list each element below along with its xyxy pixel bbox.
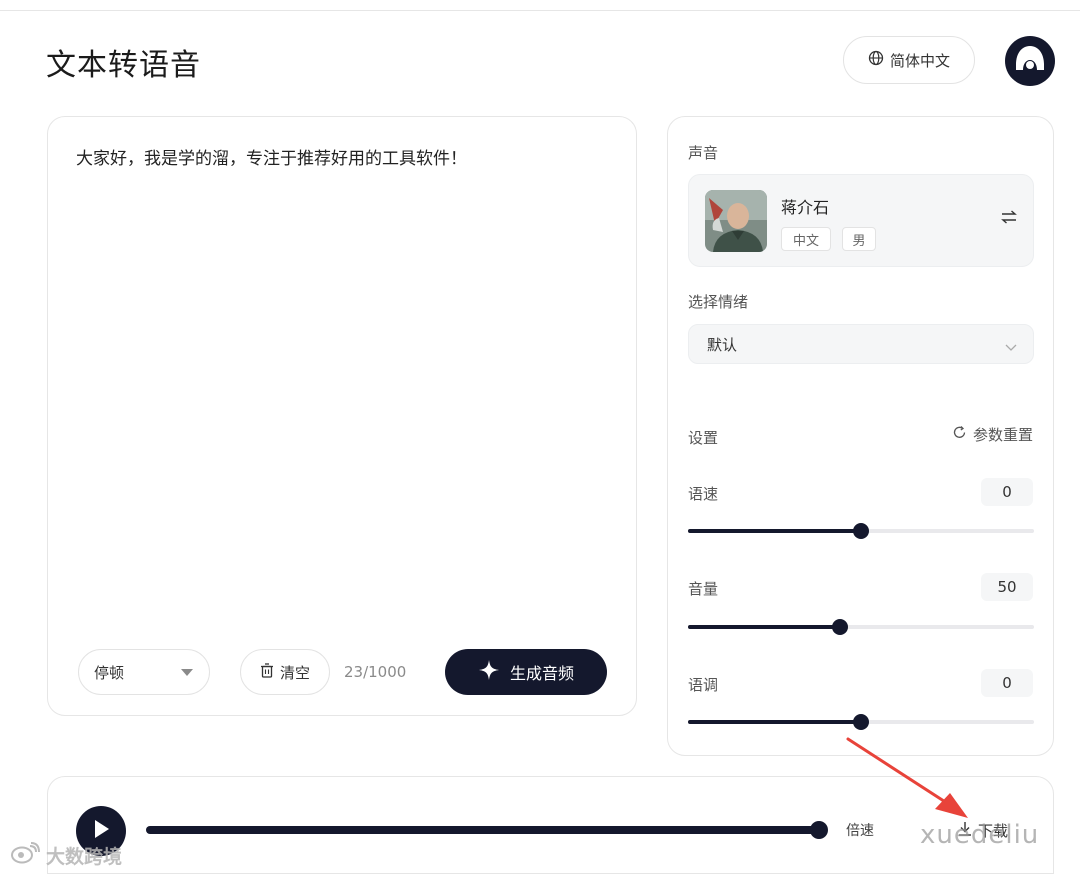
speed-value[interactable]: 0: [981, 478, 1033, 506]
refresh-icon: [952, 425, 967, 444]
emotion-value: 默认: [707, 335, 738, 354]
play-icon: [92, 819, 110, 843]
globe-icon: [868, 50, 884, 70]
voice-avatar: [705, 190, 767, 252]
voice-name: 蒋介石: [781, 198, 830, 217]
text-input-area[interactable]: 大家好，我是学的溜，专注于推荐好用的工具软件！: [76, 147, 467, 171]
slider-label-volume: 音量: [688, 580, 719, 598]
trash-icon: [260, 662, 274, 682]
emotion-select[interactable]: 默认: [688, 324, 1034, 364]
watermark-left-text: 大数跨境: [46, 846, 123, 868]
sparkle-icon: [478, 659, 500, 685]
weibo-logo-icon: [10, 842, 40, 869]
chevron-down-icon: [1005, 338, 1017, 356]
text-editor-card: 大家好，我是学的溜，专注于推荐好用的工具软件！ 停顿 清空 23/1000 生成…: [47, 116, 637, 716]
voice-tag-language: 中文: [781, 227, 831, 251]
user-avatar-button[interactable]: [1005, 36, 1055, 86]
clear-button[interactable]: 清空: [240, 649, 330, 695]
page-title: 文本转语音: [46, 48, 201, 83]
voice-section-label: 声音: [688, 144, 719, 162]
speed-slider[interactable]: [688, 523, 1034, 539]
speed-slider-thumb[interactable]: [853, 523, 869, 539]
reset-button[interactable]: 参数重置: [952, 424, 1033, 445]
swap-icon[interactable]: [1001, 209, 1017, 228]
emotion-label: 选择情绪: [688, 293, 749, 311]
user-avatar-icon: [1013, 44, 1047, 78]
pitch-value[interactable]: 0: [981, 669, 1033, 697]
watermark-right: xuedeliu: [920, 820, 1040, 850]
audio-progress-thumb[interactable]: [810, 821, 828, 839]
pause-label: 停顿: [94, 663, 125, 682]
top-divider: [0, 10, 1080, 11]
slider-label-pitch: 语调: [688, 676, 719, 694]
language-label: 简体中文: [889, 51, 950, 70]
slider-label-speed: 语速: [688, 485, 719, 503]
chevron-down-icon: [181, 669, 193, 676]
pitch-slider-fill: [688, 720, 861, 724]
volume-slider-fill: [688, 625, 841, 629]
pause-select[interactable]: 停顿: [78, 649, 210, 695]
voice-tag-gender: 男: [842, 227, 876, 251]
volume-slider[interactable]: [688, 619, 1034, 635]
generate-audio-button[interactable]: 生成音频: [445, 649, 607, 695]
reset-label: 参数重置: [972, 426, 1033, 444]
volume-value[interactable]: 50: [981, 573, 1033, 601]
language-button[interactable]: 简体中文: [843, 36, 975, 84]
volume-slider-thumb[interactable]: [832, 619, 849, 635]
char-count: 23/1000: [344, 663, 407, 681]
pitch-slider-thumb[interactable]: [853, 714, 869, 730]
watermark-left: 大数跨境: [10, 842, 122, 869]
audio-progress-bar[interactable]: [146, 826, 820, 834]
clear-label: 清空: [279, 663, 310, 682]
speed-slider-fill: [688, 529, 861, 533]
settings-label: 设置: [688, 429, 719, 447]
generate-label: 生成音频: [509, 664, 574, 683]
audio-player: 倍速 下载: [47, 776, 1054, 874]
playback-speed-button[interactable]: 倍速: [838, 815, 882, 845]
settings-panel: 声音 蒋介石 中文 男 选择情绪 默认 设置 参数重置 语速 0 音量 50 语…: [667, 116, 1054, 756]
pitch-slider[interactable]: [688, 714, 1034, 730]
voice-card[interactable]: 蒋介石 中文 男: [688, 174, 1034, 267]
